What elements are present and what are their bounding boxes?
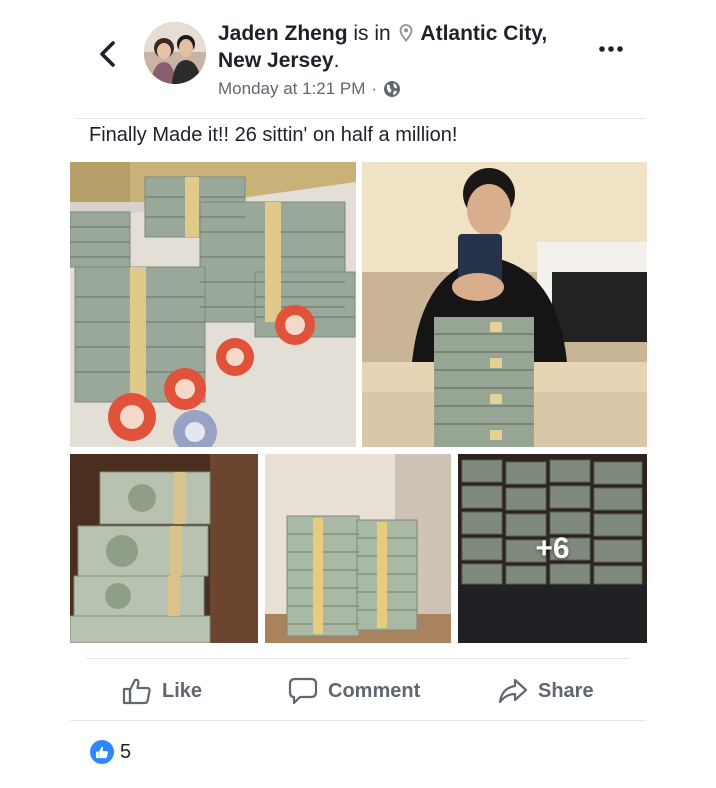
location-period: . [333,49,340,72]
meta-separator: · [371,79,378,98]
location-name[interactable]: Atlantic City, [420,22,547,45]
actions-divider [70,720,646,721]
photo-2[interactable] [362,162,647,447]
back-button[interactable] [92,36,122,72]
comment-button[interactable]: Comment [288,664,420,718]
more-photos-count: +6 [535,531,570,565]
avatar[interactable] [144,22,206,84]
share-icon [498,678,528,704]
comment-label: Comment [328,679,421,702]
comment-icon [288,677,318,705]
is-in-text: is in [353,22,391,45]
thumbs-up-icon [122,678,151,705]
like-button[interactable]: Like [122,664,202,718]
more-photos-overlay[interactable]: +6 [458,454,647,643]
header-text: Jaden Zheng is in Atlantic City, New Jer… [218,20,588,99]
action-bar: Like Comment Share [70,664,646,718]
share-label: Share [538,679,594,702]
photo-4[interactable] [265,454,451,643]
like-reaction-badge [90,740,114,764]
globe-icon [384,81,401,97]
post-meta: Monday at 1:21 PM · [218,79,588,99]
share-button[interactable]: Share [498,664,594,718]
timestamp[interactable]: Monday at 1:21 PM [218,79,365,99]
like-label: Like [162,679,203,702]
header-divider [76,118,646,119]
post-text: Finally Made it!! 26 sittin' on half a m… [89,124,458,146]
photo-5-more[interactable]: +6 [458,454,647,643]
title-line: Jaden Zheng is in Atlantic City, New Jer… [218,20,588,74]
chevron-left-icon [100,41,115,67]
more-options-button[interactable] [598,36,624,62]
author-name[interactable]: Jaden Zheng [218,22,348,45]
post-header: Jaden Zheng is in Atlantic City, New Jer… [0,0,716,118]
thumbs-up-icon [95,746,108,758]
photo-3[interactable] [70,454,258,643]
reaction-count: 5 [120,740,132,763]
photo-1[interactable] [70,162,356,447]
more-dots-icon [599,46,623,52]
reactions-summary[interactable]: 5 [90,740,131,764]
photos-divider [86,658,630,659]
location-pin-icon [399,24,412,42]
location-name-line2[interactable]: New Jersey [218,49,334,72]
